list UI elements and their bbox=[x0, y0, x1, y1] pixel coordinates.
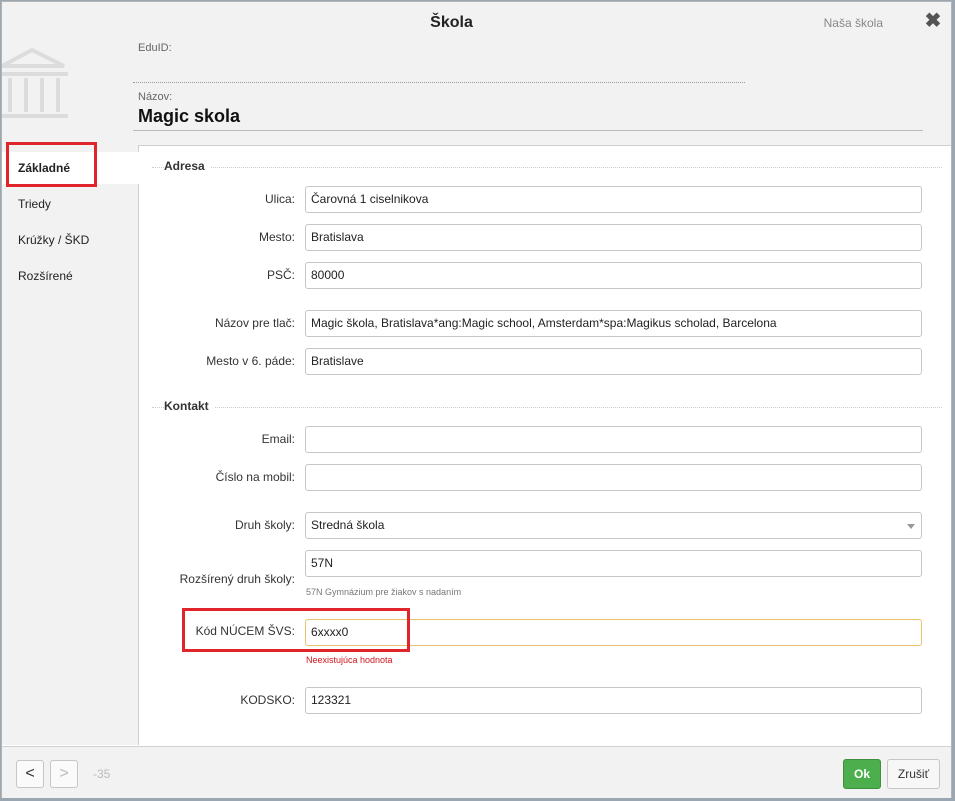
kodsko-input[interactable]: 123321 bbox=[305, 687, 922, 714]
eduid-label: EduID: bbox=[138, 42, 172, 54]
ok-button[interactable]: Ok bbox=[843, 759, 881, 789]
sidebar-item-extended[interactable]: Rozšírené bbox=[2, 260, 138, 292]
email-label: Email: bbox=[261, 432, 295, 446]
sidebar: Základné Triedy Krúžky / ŠKD Rozšírené bbox=[2, 145, 139, 745]
street-label: Ulica: bbox=[264, 192, 295, 206]
zip-input[interactable]: 80000 bbox=[305, 262, 922, 289]
school-building-icon bbox=[2, 47, 68, 118]
chevron-down-icon bbox=[907, 524, 915, 529]
print-name-input[interactable]: Magic škola, Bratislava*ang:Magic school… bbox=[305, 310, 922, 337]
eduid-underline bbox=[133, 82, 745, 83]
street-input[interactable]: Čarovná 1 ciselnikova bbox=[305, 186, 922, 213]
school-type-ext-label: Rozšírený druh školy: bbox=[179, 572, 295, 586]
dialog-subtitle: Naša škola bbox=[823, 16, 883, 30]
close-icon[interactable]: ✖ bbox=[923, 11, 943, 31]
nucem-code-label: Kód NÚCEM ŠVS: bbox=[195, 624, 295, 638]
city-locative-label: Mesto v 6. páde: bbox=[206, 354, 295, 368]
dialog-header: Škola Naša škola ✖ EduID: Názov: Magic s… bbox=[2, 2, 951, 146]
school-dialog: Škola Naša škola ✖ EduID: Názov: Magic s… bbox=[1, 1, 952, 798]
section-title-contact: Kontakt bbox=[164, 399, 215, 413]
next-button[interactable]: > bbox=[50, 760, 78, 788]
dialog-footer: < > -35 Ok Zrušiť bbox=[2, 746, 951, 798]
name-underline bbox=[133, 130, 923, 131]
section-title-address: Adresa bbox=[164, 159, 211, 173]
sidebar-item-clubs[interactable]: Krúžky / ŠKD bbox=[2, 224, 138, 256]
email-input[interactable] bbox=[305, 426, 922, 453]
mobile-label: Číslo na mobil: bbox=[215, 470, 295, 484]
sidebar-item-classes[interactable]: Triedy bbox=[2, 188, 138, 220]
school-type-select[interactable]: Stredná škola bbox=[305, 512, 922, 539]
school-type-label: Druh školy: bbox=[234, 518, 295, 532]
city-label: Mesto: bbox=[258, 230, 295, 244]
print-name-label: Názov pre tlač: bbox=[214, 316, 295, 330]
section-divider-address bbox=[152, 167, 942, 168]
cancel-button[interactable]: Zrušiť bbox=[887, 759, 940, 789]
previous-button[interactable]: < bbox=[16, 760, 44, 788]
nucem-code-input[interactable]: 6xxxx0 bbox=[305, 619, 922, 646]
school-type-value: Stredná škola bbox=[311, 518, 385, 532]
school-type-ext-hint: 57N Gymnázium pre žiakov s nadaním bbox=[306, 587, 462, 597]
nucem-code-error: Neexistujúca hodnota bbox=[306, 655, 393, 665]
city-input[interactable]: Bratislava bbox=[305, 224, 922, 251]
kodsko-label: KODSKO: bbox=[240, 693, 295, 707]
mobile-input[interactable] bbox=[305, 464, 922, 491]
record-counter: -35 bbox=[93, 767, 111, 781]
school-name-value[interactable]: Magic skola bbox=[138, 106, 240, 127]
name-label: Názov: bbox=[138, 91, 173, 103]
city-locative-input[interactable]: Bratislave bbox=[305, 348, 922, 375]
section-divider-contact bbox=[152, 407, 942, 408]
zip-label: PSČ: bbox=[266, 268, 295, 282]
sidebar-item-basic[interactable]: Základné bbox=[2, 152, 139, 184]
school-type-ext-input[interactable]: 57N bbox=[305, 550, 922, 577]
dialog-title: Škola bbox=[430, 14, 473, 31]
